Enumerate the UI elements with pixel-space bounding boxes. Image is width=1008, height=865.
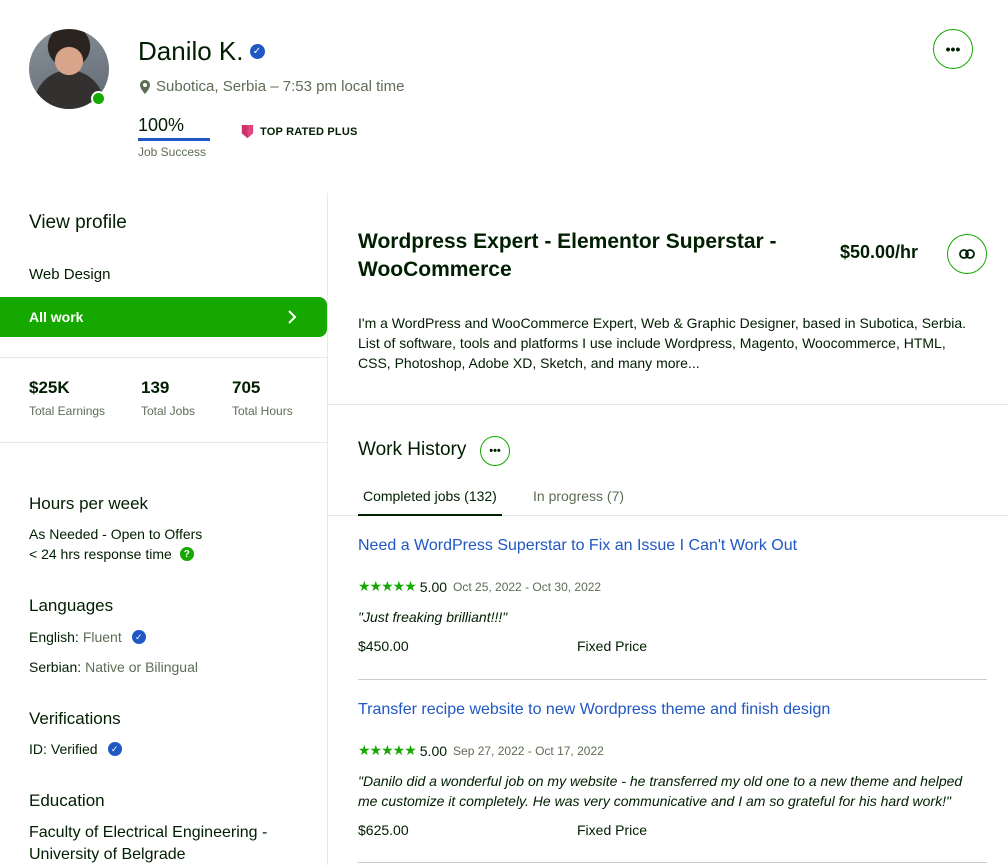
sidebar-item-all-work[interactable]: All work: [0, 297, 327, 337]
id-label: ID:: [29, 741, 47, 757]
profile-name: Danilo K. ✓: [138, 36, 265, 67]
job-success: 100% Job Success: [138, 115, 212, 159]
job-title-link[interactable]: Need a WordPress Superstar to Fix an Iss…: [358, 537, 797, 555]
top-rated-badge-icon: [241, 124, 254, 139]
feedback-line: "Danilo did a wonderful job on my websit…: [358, 773, 963, 789]
map-pin-icon: [140, 79, 150, 94]
job-rating: ★★★★★ 5.00 Oct 25, 2022 - Oct 30, 2022: [358, 578, 601, 595]
id-verification: ID: Verified ✓: [29, 741, 122, 757]
profile-title-line: WooCommerce: [358, 258, 512, 281]
job-dates: Oct 25, 2022 - Oct 30, 2022: [453, 579, 602, 594]
star-rating-icon: ★★★★★: [358, 578, 417, 594]
language-name: Serbian:: [29, 659, 82, 675]
job-success-label: Job Success: [138, 145, 207, 159]
profile-description: I'm a WordPress and WooCommerce Expert, …: [358, 313, 988, 373]
stat-value: $25K: [29, 378, 70, 397]
language-name: English:: [29, 629, 79, 645]
location-text: Subotica, Serbia – 7:53 pm local time: [156, 78, 405, 95]
education-heading: Education: [29, 791, 105, 810]
stat-value: 139: [141, 378, 170, 397]
job-price-type: Fixed Price: [577, 822, 648, 838]
stat-total-hours: 705 Total Hours: [232, 378, 293, 418]
sidebar-item-web-design[interactable]: Web Design: [29, 266, 110, 283]
verified-check-icon: ✓: [249, 44, 265, 59]
star-rating-icon: ★★★★★: [358, 742, 417, 758]
more-dots-icon: •••: [489, 445, 501, 457]
divider: [358, 679, 987, 680]
education-line: Faculty of Electrical Engineering -: [29, 824, 268, 841]
profile-name-text: Danilo K.: [138, 36, 244, 66]
top-rated-label: TOP RATED PLUS: [260, 125, 358, 138]
verified-check-icon: ✓: [131, 630, 146, 644]
job-feedback: "Just freaking brilliant!!!": [358, 607, 988, 627]
job-success-percent: 100%: [138, 115, 185, 135]
verifications-heading: Verifications: [29, 709, 121, 728]
job-dates: Sep 27, 2022 - Oct 17, 2022: [453, 743, 604, 758]
language-serbian: Serbian: Native or Bilingual: [29, 659, 198, 675]
description-line[interactable]: CSS, Photoshop, Adobe XD, Sketch, and ma…: [358, 353, 988, 373]
rating-score: 5.00: [419, 742, 448, 759]
divider: [0, 357, 327, 358]
languages-heading: Languages: [29, 596, 114, 615]
verified-check-icon: ✓: [107, 742, 122, 756]
hourly-rate: $50.00/hr: [840, 242, 919, 262]
description-line: I'm a WordPress and WooCommerce Expert, …: [358, 315, 967, 331]
job-price: $625.00: [358, 822, 409, 838]
stat-label: Total Jobs: [141, 404, 196, 418]
response-time-text: < 24 hrs response time: [29, 546, 172, 562]
hours-value: As Needed - Open to Offers: [29, 526, 203, 542]
stat-total-jobs: 139 Total Jobs: [141, 378, 195, 418]
job-success-bar: [138, 138, 210, 141]
avatar: [29, 29, 109, 109]
id-value: Verified: [50, 741, 98, 757]
divider: [358, 862, 987, 863]
response-time: < 24 hrs response time ?: [29, 546, 194, 562]
job-title-link[interactable]: Transfer recipe website to new Wordpress…: [358, 701, 830, 719]
stat-label: Total Hours: [232, 404, 293, 418]
profile-location: Subotica, Serbia – 7:53 pm local time: [140, 78, 404, 95]
job-feedback: "Danilo did a wonderful job on my websit…: [358, 771, 988, 811]
more-dots-icon: •••: [945, 41, 961, 57]
more-options-button[interactable]: •••: [933, 29, 973, 69]
tab-in-progress[interactable]: In progress (7): [533, 488, 624, 514]
stat-total-earnings: $25K Total Earnings: [29, 378, 105, 418]
divider: [0, 442, 327, 443]
divider: [328, 404, 1008, 405]
hours-per-week-heading: Hours per week: [29, 494, 149, 513]
language-level: Fluent: [82, 629, 122, 645]
tab-completed-jobs[interactable]: Completed jobs (132): [358, 488, 502, 516]
profile-title: Wordpress Expert - Elementor Superstar -…: [358, 228, 818, 284]
language-english: English: Fluent ✓: [29, 629, 146, 645]
job-price: $450.00: [358, 638, 409, 654]
job-price-type: Fixed Price: [577, 638, 648, 654]
question-circle-icon[interactable]: ?: [179, 547, 194, 561]
job-rating: ★★★★★ 5.00 Sep 27, 2022 - Oct 17, 2022: [358, 742, 604, 759]
vertical-divider: [327, 193, 328, 865]
education-school: Faculty of Electrical Engineering - Univ…: [29, 822, 319, 865]
stat-value: 705: [232, 378, 261, 397]
work-history-title: Work History: [358, 439, 467, 460]
online-status-indicator: [91, 91, 106, 106]
feedback-line: "Just freaking brilliant!!!": [358, 609, 508, 625]
view-profile-heading: View profile: [29, 212, 127, 233]
top-rated-badge: TOP RATED PLUS: [240, 124, 358, 139]
work-history-more-button[interactable]: •••: [480, 436, 510, 466]
chevron-right-icon: [288, 310, 297, 324]
rating-score: 5.00: [419, 578, 448, 595]
copy-link-button[interactable]: [947, 234, 987, 274]
stat-label: Total Earnings: [29, 404, 106, 418]
profile-title-line: Wordpress Expert - Elementor Superstar -: [358, 230, 777, 253]
education-line: University of Belgrade: [29, 846, 186, 863]
link-icon: [959, 249, 975, 259]
feedback-line: me customize it completely. He was very …: [358, 793, 951, 809]
description-line: List of software, tools and platforms I …: [358, 335, 946, 351]
all-work-label: All work: [29, 309, 84, 325]
language-level: Native or Bilingual: [85, 659, 198, 675]
